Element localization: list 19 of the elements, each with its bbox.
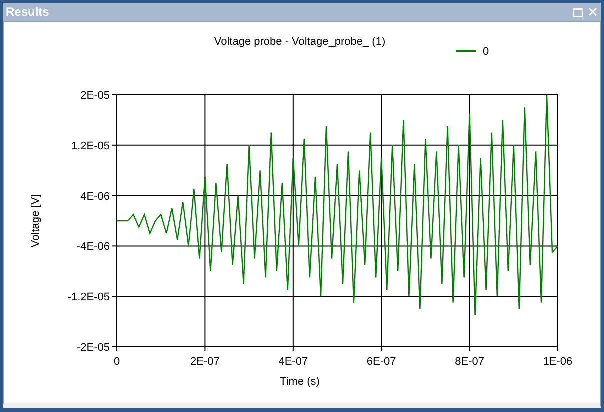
y-axis-label: Voltage [V]: [30, 194, 42, 248]
y-tick-label: 4E-06: [80, 190, 110, 203]
x-tick-label: 2E-07: [190, 356, 220, 368]
y-tick-label: -4E-06: [76, 241, 110, 254]
x-tick-label: 4E-07: [278, 356, 308, 368]
close-icon[interactable]: [589, 8, 597, 16]
x-tick-label: 1E-06: [543, 356, 573, 368]
y-tick-label: 1.2E-05: [71, 140, 110, 152]
window-title: Results: [6, 5, 50, 19]
chart-title: Voltage probe - Voltage_probe_ (1): [214, 36, 386, 48]
y-tick-label: 2E-05: [80, 90, 110, 102]
x-tick-label: 6E-07: [366, 356, 396, 368]
y-tick-label: -1.2E-05: [68, 292, 110, 304]
x-tick-label: 8E-07: [455, 356, 484, 368]
x-tick-label: 0: [114, 356, 120, 368]
maximize-icon[interactable]: [573, 8, 583, 16]
legend-label: 0: [483, 46, 490, 58]
x-axis-label: Time (s): [280, 376, 320, 388]
y-tick-label: -2E-05: [76, 342, 110, 354]
